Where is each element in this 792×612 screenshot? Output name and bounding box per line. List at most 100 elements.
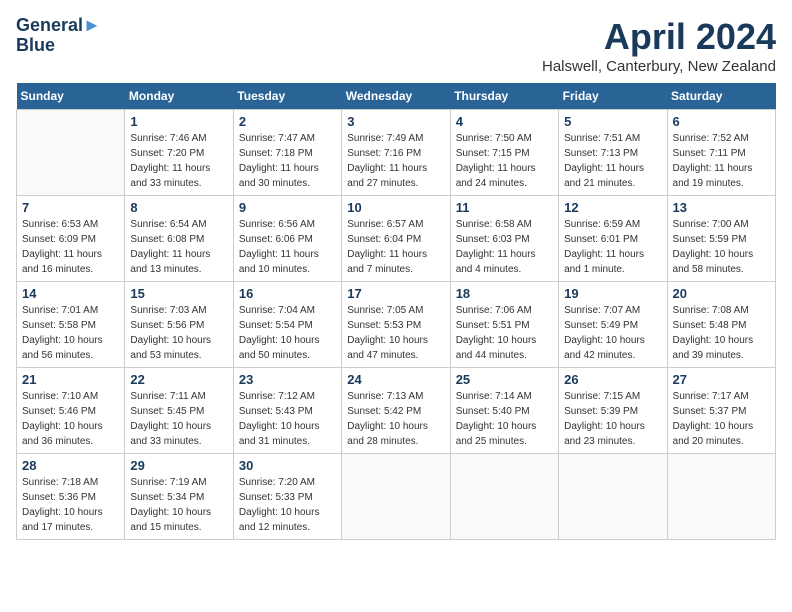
day-number: 10 — [347, 200, 444, 215]
day-info: Sunrise: 7:47 AMSunset: 7:18 PMDaylight:… — [239, 131, 336, 191]
calendar-cell — [450, 454, 558, 540]
day-info: Sunrise: 7:51 AMSunset: 7:13 PMDaylight:… — [564, 131, 661, 191]
calendar-cell — [17, 110, 125, 196]
calendar-cell: 22 Sunrise: 7:11 AMSunset: 5:45 PMDayligh… — [125, 368, 233, 454]
day-info: Sunrise: 7:17 AMSunset: 5:37 PMDaylight:… — [673, 389, 770, 449]
day-info: Sunrise: 7:18 AMSunset: 5:36 PMDaylight:… — [22, 475, 119, 535]
day-number: 22 — [130, 372, 227, 387]
calendar-cell: 30Sunrise: 7:20 AMSunset: 5:33 PMDayligh… — [233, 454, 341, 540]
day-number: 19 — [564, 286, 661, 301]
day-info: Sunrise: 7:08 AMSunset: 5:48 PMDaylight:… — [673, 303, 770, 363]
logo: General►Blue — [16, 16, 101, 56]
day-number: 26 — [564, 372, 661, 387]
day-number: 30 — [239, 458, 336, 473]
day-number: 8 — [130, 200, 227, 215]
day-number: 15 — [130, 286, 227, 301]
day-info: Sunrise: 7:13 AMSunset: 5:42 PMDaylight:… — [347, 389, 444, 449]
day-of-week-header: Thursday — [450, 83, 558, 110]
day-number: 2 — [239, 114, 336, 129]
day-number: 25 — [456, 372, 553, 387]
calendar-cell: 28 Sunrise: 7:18 AMSunset: 5:36 PMDayligh… — [17, 454, 125, 540]
calendar-cell — [667, 454, 775, 540]
day-number: 5 — [564, 114, 661, 129]
day-info: Sunrise: 7:07 AMSunset: 5:49 PMDaylight:… — [564, 303, 661, 363]
calendar-cell: 17 Sunrise: 7:05 AMSunset: 5:53 PMDayligh… — [342, 282, 450, 368]
day-info: Sunrise: 7:15 AMSunset: 5:39 PMDaylight:… — [564, 389, 661, 449]
day-number: 29 — [130, 458, 227, 473]
day-info: Sunrise: 7:11 AMSunset: 5:45 PMDaylight:… — [130, 389, 227, 449]
calendar-cell: 4 Sunrise: 7:50 AMSunset: 7:15 PMDaylight… — [450, 110, 558, 196]
calendar-cell: 9Sunrise: 6:56 AMSunset: 6:06 PMDaylight… — [233, 196, 341, 282]
day-info: Sunrise: 7:52 AMSunset: 7:11 PMDaylight:… — [673, 131, 770, 191]
logo-text: General►Blue — [16, 16, 101, 56]
page-header: General►Blue April 2024 Halswell, Canter… — [16, 16, 776, 75]
day-info: Sunrise: 7:49 AMSunset: 7:16 PMDaylight:… — [347, 131, 444, 191]
day-info: Sunrise: 7:05 AMSunset: 5:53 PMDaylight:… — [347, 303, 444, 363]
calendar-cell — [559, 454, 667, 540]
day-info: Sunrise: 6:58 AMSunset: 6:03 PMDaylight:… — [456, 217, 553, 277]
calendar-cell: 18 Sunrise: 7:06 AMSunset: 5:51 PMDayligh… — [450, 282, 558, 368]
day-number: 20 — [673, 286, 770, 301]
day-number: 24 — [347, 372, 444, 387]
day-number: 13 — [673, 200, 770, 215]
day-of-week-header: Tuesday — [233, 83, 341, 110]
title-block: April 2024 Halswell, Canterbury, New Zea… — [542, 16, 776, 75]
day-info: Sunrise: 7:46 AMSunset: 7:20 PMDaylight:… — [130, 131, 227, 191]
day-number: 23 — [239, 372, 336, 387]
day-number: 6 — [673, 114, 770, 129]
calendar-body: 1 Sunrise: 7:46 AMSunset: 7:20 PMDaylight… — [17, 110, 776, 540]
calendar-week-row: 21 Sunrise: 7:10 AMSunset: 5:46 PMDayligh… — [17, 368, 776, 454]
calendar-cell: 16 Sunrise: 7:04 AMSunset: 5:54 PMDayligh… — [233, 282, 341, 368]
day-number: 27 — [673, 372, 770, 387]
calendar-cell: 7 Sunrise: 6:53 AMSunset: 6:09 PMDaylight… — [17, 196, 125, 282]
day-info: Sunrise: 7:19 AMSunset: 5:34 PMDaylight:… — [130, 475, 227, 535]
calendar-cell: 11 Sunrise: 6:58 AMSunset: 6:03 PMDayligh… — [450, 196, 558, 282]
day-info: Sunrise: 7:10 AMSunset: 5:46 PMDaylight:… — [22, 389, 119, 449]
day-number: 21 — [22, 372, 119, 387]
calendar-cell — [342, 454, 450, 540]
location: Halswell, Canterbury, New Zealand — [542, 58, 776, 75]
day-info: Sunrise: 7:01 AMSunset: 5:58 PMDaylight:… — [22, 303, 119, 363]
day-info: Sunrise: 7:14 AMSunset: 5:40 PMDaylight:… — [456, 389, 553, 449]
calendar-week-row: 7 Sunrise: 6:53 AMSunset: 6:09 PMDaylight… — [17, 196, 776, 282]
calendar-table: SundayMondayTuesdayWednesdayThursdayFrid… — [16, 83, 776, 540]
calendar-cell: 3 Sunrise: 7:49 AMSunset: 7:16 PMDaylight… — [342, 110, 450, 196]
day-number: 12 — [564, 200, 661, 215]
calendar-cell: 13 Sunrise: 7:00 AMSunset: 5:59 PMDayligh… — [667, 196, 775, 282]
calendar-cell: 25 Sunrise: 7:14 AMSunset: 5:40 PMDayligh… — [450, 368, 558, 454]
calendar-cell: 12 Sunrise: 6:59 AMSunset: 6:01 PMDayligh… — [559, 196, 667, 282]
day-number: 18 — [456, 286, 553, 301]
day-of-week-header: Monday — [125, 83, 233, 110]
day-number: 4 — [456, 114, 553, 129]
calendar-cell: 2 Sunrise: 7:47 AMSunset: 7:18 PMDaylight… — [233, 110, 341, 196]
day-number: 9 — [239, 200, 336, 215]
day-info: Sunrise: 7:04 AMSunset: 5:54 PMDaylight:… — [239, 303, 336, 363]
day-number: 28 — [22, 458, 119, 473]
calendar-cell: 6 Sunrise: 7:52 AMSunset: 7:11 PMDaylight… — [667, 110, 775, 196]
calendar-week-row: 14Sunrise: 7:01 AMSunset: 5:58 PMDayligh… — [17, 282, 776, 368]
day-info: Sunrise: 6:59 AMSunset: 6:01 PMDaylight:… — [564, 217, 661, 277]
day-number: 16 — [239, 286, 336, 301]
day-info: Sunrise: 6:54 AMSunset: 6:08 PMDaylight:… — [130, 217, 227, 277]
day-info: Sunrise: 7:03 AMSunset: 5:56 PMDaylight:… — [130, 303, 227, 363]
calendar-cell: 1 Sunrise: 7:46 AMSunset: 7:20 PMDaylight… — [125, 110, 233, 196]
day-info: Sunrise: 7:50 AMSunset: 7:15 PMDaylight:… — [456, 131, 553, 191]
calendar-week-row: 1 Sunrise: 7:46 AMSunset: 7:20 PMDaylight… — [17, 110, 776, 196]
day-info: Sunrise: 7:06 AMSunset: 5:51 PMDaylight:… — [456, 303, 553, 363]
day-of-week-header: Sunday — [17, 83, 125, 110]
calendar-week-row: 28 Sunrise: 7:18 AMSunset: 5:36 PMDayligh… — [17, 454, 776, 540]
calendar-cell: 5 Sunrise: 7:51 AMSunset: 7:13 PMDaylight… — [559, 110, 667, 196]
calendar-header-row: SundayMondayTuesdayWednesdayThursdayFrid… — [17, 83, 776, 110]
day-number: 7 — [22, 200, 119, 215]
calendar-cell: 21 Sunrise: 7:10 AMSunset: 5:46 PMDayligh… — [17, 368, 125, 454]
calendar-cell: 19 Sunrise: 7:07 AMSunset: 5:49 PMDayligh… — [559, 282, 667, 368]
day-number: 1 — [130, 114, 227, 129]
calendar-cell: 23Sunrise: 7:12 AMSunset: 5:43 PMDayligh… — [233, 368, 341, 454]
day-info: Sunrise: 6:53 AMSunset: 6:09 PMDaylight:… — [22, 217, 119, 277]
day-info: Sunrise: 7:00 AMSunset: 5:59 PMDaylight:… — [673, 217, 770, 277]
calendar-cell: 10Sunrise: 6:57 AMSunset: 6:04 PMDayligh… — [342, 196, 450, 282]
day-number: 11 — [456, 200, 553, 215]
calendar-cell: 27 Sunrise: 7:17 AMSunset: 5:37 PMDayligh… — [667, 368, 775, 454]
day-number: 3 — [347, 114, 444, 129]
day-number: 17 — [347, 286, 444, 301]
